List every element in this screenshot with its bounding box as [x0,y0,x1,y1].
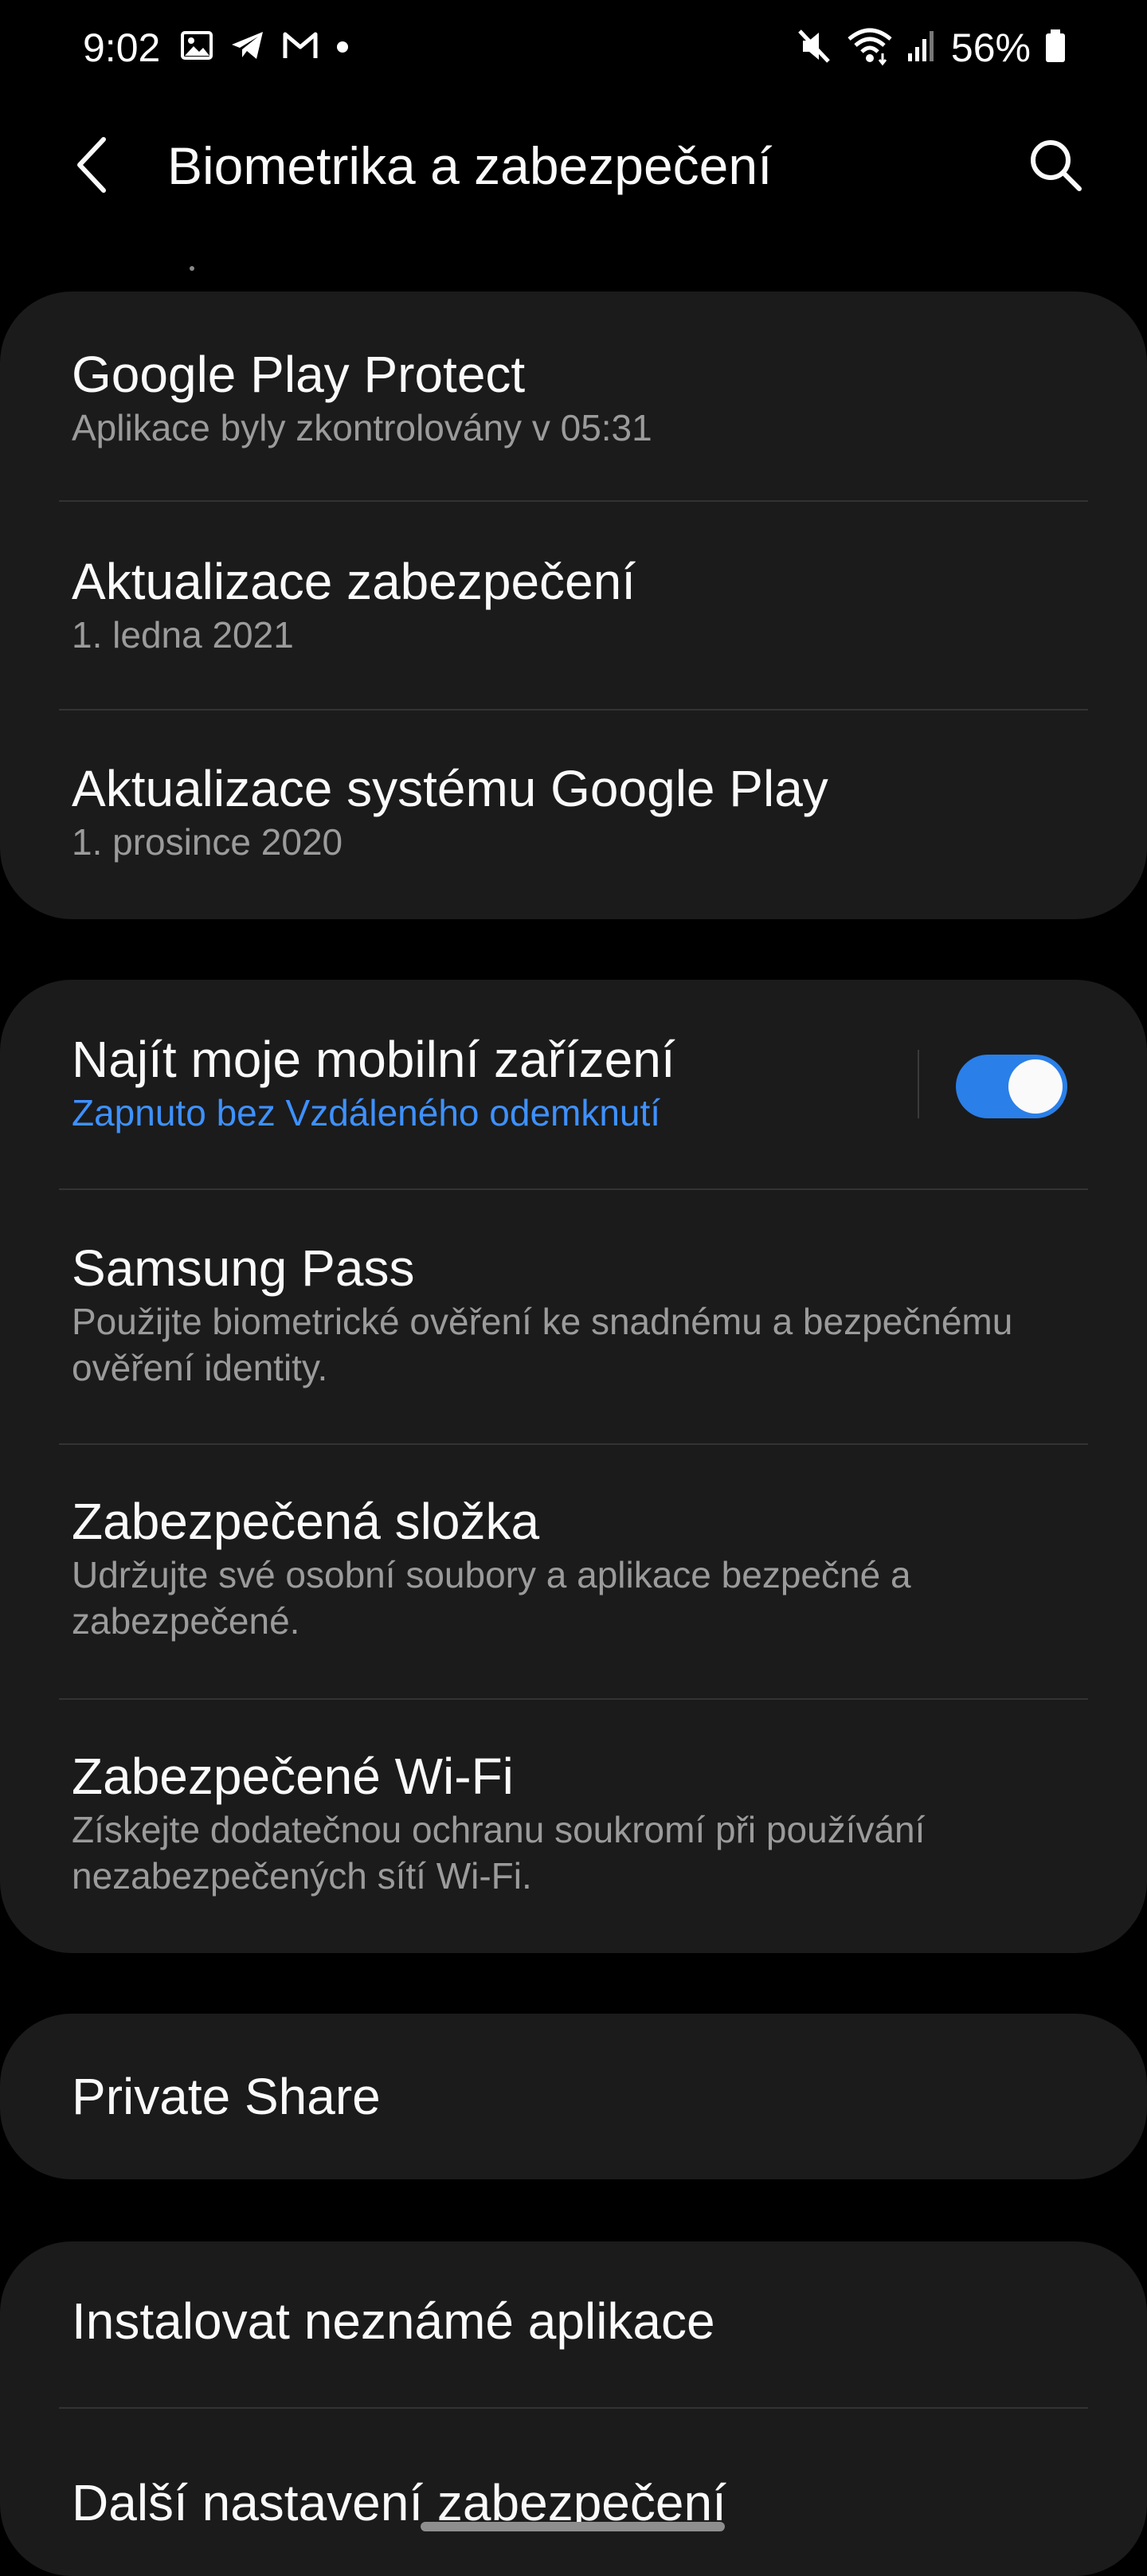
scroll-hint [190,266,194,271]
search-button[interactable] [1020,129,1091,201]
item-title: Najít moje mobilní zařízení [72,1031,675,1088]
item-title: Private Share [72,2068,381,2125]
status-bar: 9:02 56% [0,0,1147,96]
list-item-google-play-system-update[interactable]: Aktualizace systému Google Play 1. prosi… [0,711,1147,919]
item-subtitle-line-2: nezabezpečených sítí Wi-Fi. [72,1855,532,1897]
item-subtitle-line-1: Použijte biometrické ověření ke snadnému… [72,1301,1013,1342]
back-button[interactable] [64,129,119,201]
list-item-samsung-pass[interactable]: Samsung Pass Použijte biometrické ověřen… [0,1190,1147,1445]
app-bar: Biometrika a zabezpečení [0,112,1147,215]
list-item-private-share[interactable]: Private Share [0,2014,1147,2179]
notification-icons [180,29,350,66]
mute-icon [797,26,833,70]
item-title: Instalovat neznámé aplikace [72,2292,715,2350]
system-icons: 56% [797,24,1067,72]
signal-icon [906,26,938,70]
list-item-secure-folder[interactable]: Zabezpečená složka Udržujte své osobní s… [0,1445,1147,1700]
item-subtitle: Aplikace byly zkontrolovány v 05:31 [72,407,652,448]
toggle-separator [918,1050,919,1118]
item-title: Zabezpečené Wi-Fi [72,1748,514,1805]
item-title: Samsung Pass [72,1239,415,1297]
list-item-secure-wifi[interactable]: Zabezpečené Wi-Fi Získejte dodatečnou oc… [0,1700,1147,1953]
list-item-install-unknown-apps[interactable]: Instalovat neznámé aplikace [0,2241,1147,2409]
security-updates-card: Google Play Protect Aplikace byly zkontr… [0,292,1147,919]
list-item-google-play-protect[interactable]: Google Play Protect Aplikace byly zkontr… [0,292,1147,502]
item-title: Aktualizace zabezpečení [72,553,636,610]
status-time: 9:02 [83,25,161,70]
battery-percent: 56% [950,25,1031,70]
item-subtitle: Zapnuto bez Vzdáleného odemknutí [72,1092,661,1133]
list-item-security-update[interactable]: Aktualizace zabezpečení 1. ledna 2021 [0,502,1147,711]
item-title: Google Play Protect [72,346,526,403]
battery-icon [1043,26,1067,70]
private-share-card: Private Share [0,2014,1147,2179]
list-item-other-security-settings[interactable]: Další nastavení zabezpečení [0,2409,1147,2576]
telegram-icon [229,29,266,66]
home-indicator[interactable] [421,2522,725,2531]
dot-icon [335,29,350,65]
item-title: Zabezpečená složka [72,1493,540,1550]
device-security-card: Najít moje mobilní zařízení Zapnuto bez … [0,980,1147,1953]
item-subtitle: 1. prosince 2020 [72,821,343,863]
gmail-icon [282,29,319,65]
search-icon [1031,140,1082,191]
find-my-mobile-toggle[interactable] [956,1055,1067,1118]
back-arrow-icon [77,137,106,193]
item-title: Aktualizace systému Google Play [72,760,828,817]
list-item-find-my-mobile[interactable]: Najít moje mobilní zařízení Zapnuto bez … [0,980,1147,1190]
page-title: Biometrika a zabezpečení [167,136,773,195]
item-subtitle-line-1: Udržujte své osobní soubory a aplikace b… [72,1554,911,1595]
toggle-knob [1008,1059,1063,1114]
image-icon [180,29,213,66]
item-subtitle: 1. ledna 2021 [72,614,294,656]
item-subtitle-line-1: Získejte dodatečnou ochranu soukromí při… [72,1809,926,1850]
item-subtitle-line-2: zabezpečené. [72,1600,300,1642]
item-subtitle-line-2: ověření identity. [72,1347,328,1388]
wifi-icon [846,26,894,70]
